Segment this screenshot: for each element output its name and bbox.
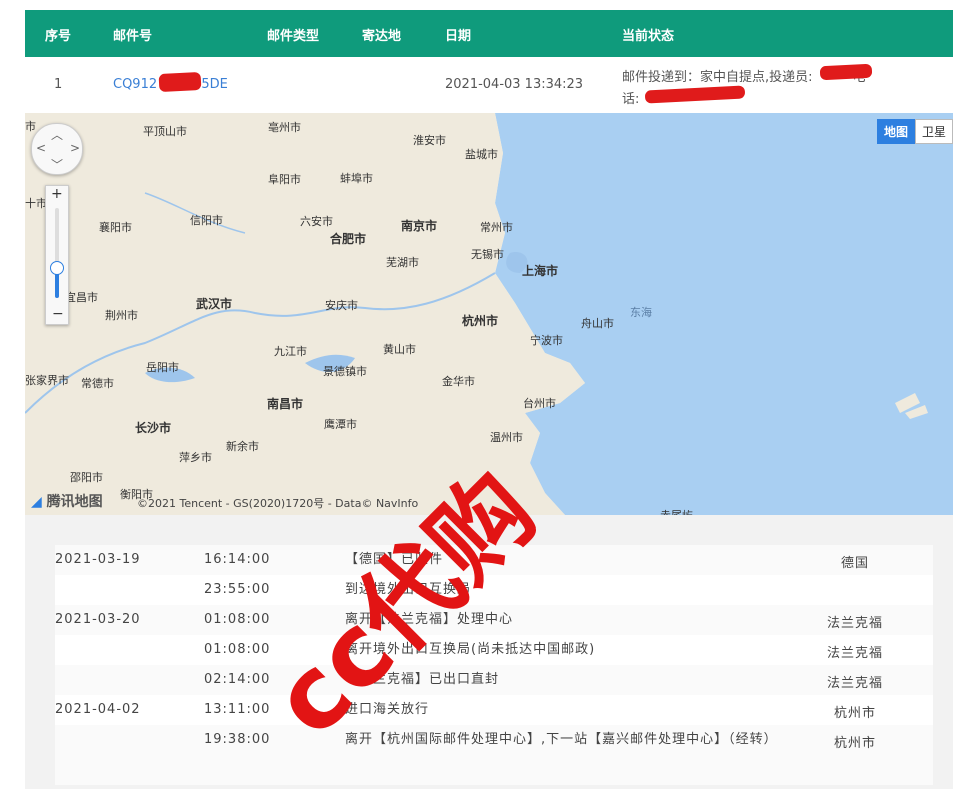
tracking-row: 2021-03-20 01:08:00 离开【法兰克福】处理中心 法兰克福 (55, 605, 933, 635)
mail-status-line1: 邮件投递到：家中自提点,投递员:电 (622, 70, 866, 85)
map-zoom-control: + − (45, 185, 69, 325)
map-city-label: 宁波市 (530, 334, 563, 347)
map-city-label: 六安市 (300, 215, 333, 228)
pan-right-icon[interactable]: > (70, 141, 80, 155)
map-city-label: 市 (25, 120, 36, 133)
redaction-mark (158, 71, 202, 93)
map-city-label: 宜昌市 (65, 291, 98, 304)
tracking-location: 法兰克福 (826, 616, 883, 631)
map-type-switch: 地图 卫星 (876, 119, 953, 144)
tracking-row: 01:08:00 离开境外出口互换局(尚未抵达中国邮政) 法兰克福 (55, 635, 933, 665)
map-city-label: 九江市 (274, 345, 307, 358)
map-city-label: 十市 (25, 197, 47, 210)
map-city-label: 常州市 (480, 221, 513, 234)
map-city-label: 邵阳市 (70, 471, 103, 484)
map-city-label: 岳阳市 (146, 361, 179, 374)
map-city-label: 上海市 (522, 264, 559, 278)
map-city-label: 南京市 (401, 219, 438, 233)
map-city-label: 金华市 (442, 375, 475, 388)
map-city-label: 平顶山市 (143, 125, 187, 138)
map-city-label: 黄山市 (383, 343, 416, 356)
map-city-label: 鹰潭市 (324, 418, 357, 431)
tracking-location: 法兰克福 (826, 646, 883, 661)
pan-up-icon[interactable]: ︿ (51, 126, 63, 143)
mail-seq: 1 (54, 77, 63, 92)
col-type-header: 邮件类型 (267, 29, 320, 44)
pan-down-icon[interactable]: ﹀ (51, 156, 63, 173)
map-copyright: ©2021 Tencent - GS(2020)1720号 - Data© Na… (137, 497, 419, 510)
mail-status-line2: 话: (622, 92, 640, 107)
map-city-label: 信阳市 (190, 214, 223, 227)
map-city-label: 芜湖市 (386, 256, 419, 269)
map-city-label: 安庆市 (325, 299, 358, 312)
tracking-row: 02:14:00 【法兰克福】已出口直封 法兰克福 (55, 665, 933, 695)
mail-number-prefix: CQ912 (113, 77, 158, 92)
zoom-slider-handle[interactable] (50, 260, 64, 275)
map-pan-control[interactable]: ︿ ﹀ < > (31, 123, 83, 175)
map-city-label: 盐城市 (465, 148, 498, 161)
map-city-label: 无锡市 (471, 248, 504, 261)
map-sea-label: 东海 (630, 306, 652, 319)
map-city-label: 南昌市 (267, 397, 304, 411)
map-city-label: 蚌埠市 (340, 172, 373, 185)
tracking-time: 19:38:00 (204, 732, 271, 747)
map-city-label: 萍乡市 (179, 451, 212, 464)
tracking-location: 杭州市 (833, 736, 876, 751)
col-dest-header: 寄达地 (362, 29, 402, 44)
tracking-event: 离开【杭州国际邮件处理中心】,下一站【嘉兴邮件处理中心】（经转） (345, 732, 778, 747)
col-number-header: 邮件号 (113, 29, 153, 44)
tracking-row: 2021-04-02 13:11:00 进口海关放行 杭州市 (55, 695, 933, 725)
map-city-label: 阜阳市 (268, 173, 301, 186)
map-city-label: 景德镇市 (323, 365, 367, 378)
mail-row: 1 CQ912 45DE 2021-04-03 13:34:23 邮件投递到：家中… (25, 57, 953, 113)
map-city-label: 常德市 (81, 377, 114, 390)
tracking-time: 13:11:00 (204, 702, 271, 717)
tracking-date: 2021-03-20 (55, 612, 141, 627)
zoom-out-button[interactable]: − (52, 306, 64, 322)
map-type-map-button[interactable]: 地图 (876, 119, 915, 144)
map-view[interactable]: 平顶山市 亳州市 淮安市 盐城市 阜阳市 蚌埠市 信阳市 襄阳市 六安市 合肥市… (25, 113, 953, 515)
map-city-label: 杭州市 (462, 314, 499, 328)
table-header: 序号 邮件号 邮件类型 寄达地 日期 当前状态 (25, 10, 953, 57)
map-city-label: 武汉市 (196, 297, 233, 311)
zoom-slider-track[interactable] (55, 208, 59, 298)
map-city-label: 亳州市 (268, 121, 301, 134)
tracking-date: 2021-04-02 (55, 702, 141, 717)
map-city-label: 温州市 (490, 431, 523, 444)
col-date-header: 日期 (445, 29, 472, 44)
map-city-label: 襄阳市 (99, 221, 132, 234)
tracking-time: 01:08:00 (204, 612, 271, 627)
pan-left-icon[interactable]: < (36, 141, 46, 155)
tracking-event: 进口海关放行 (345, 702, 430, 717)
redaction-mark (819, 63, 873, 81)
tracking-location: 法兰克福 (826, 676, 883, 691)
map-logo: ◢ 腾讯地图 (31, 494, 103, 510)
mail-date: 2021-04-03 13:34:23 (445, 77, 584, 92)
tracking-date: 2021-03-19 (55, 552, 141, 567)
map-type-satellite-button[interactable]: 卫星 (914, 119, 953, 144)
tracking-time: 23:55:00 (204, 582, 271, 597)
map-city-label: 长沙市 (135, 421, 172, 435)
map-city-label: 新余市 (226, 440, 259, 453)
map-city-label: 台州市 (523, 397, 556, 410)
map-city-label: 荆州市 (105, 309, 138, 322)
col-status-header: 当前状态 (622, 29, 675, 44)
map-city-label: 赤尾屿 (660, 507, 693, 515)
zoom-in-button[interactable]: + (51, 186, 63, 202)
tracking-location: 德国 (840, 556, 869, 571)
map-city-label: 舟山市 (581, 317, 614, 330)
tracking-location: 杭州市 (833, 706, 876, 721)
map-city-label: 淮安市 (413, 134, 446, 147)
tracking-row: 19:38:00 离开【杭州国际邮件处理中心】,下一站【嘉兴邮件处理中心】（经转… (55, 725, 933, 785)
map-city-label: 合肥市 (330, 232, 367, 246)
redaction-mark (644, 85, 746, 104)
map-city-label: 张家界市 (25, 374, 69, 387)
col-seq-header: 序号 (45, 29, 72, 44)
tracking-time: 01:08:00 (204, 642, 271, 657)
tracking-time: 16:14:00 (204, 552, 271, 567)
